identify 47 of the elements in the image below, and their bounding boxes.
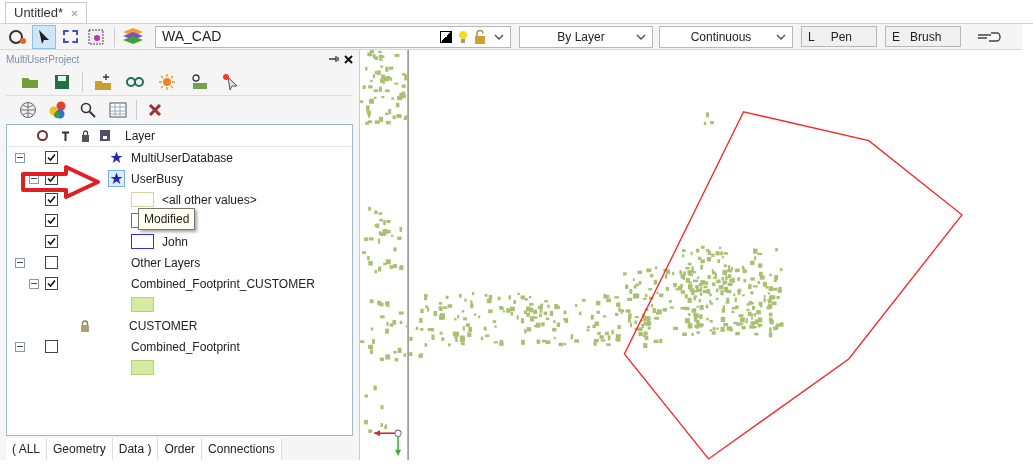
document-tab[interactable]: Untitled* bbox=[5, 2, 88, 23]
panel-tab[interactable]: Data ) bbox=[112, 438, 159, 460]
pin-icon[interactable] bbox=[328, 55, 340, 63]
collapse-toggle[interactable] bbox=[29, 173, 39, 184]
lock-icon[interactable] bbox=[474, 29, 486, 44]
color-dropdown[interactable]: By Layer bbox=[519, 25, 653, 48]
pen-button[interactable]: L Pen bbox=[801, 26, 877, 47]
column-header: Layer bbox=[125, 127, 156, 145]
layer-name[interactable]: Combined_Footprint_CUSTOMER bbox=[131, 274, 315, 293]
panel-tab[interactable]: Order bbox=[158, 438, 203, 460]
collapse-toggle[interactable] bbox=[15, 152, 25, 163]
layer-checkbox[interactable] bbox=[45, 235, 58, 248]
legend-label: John bbox=[162, 233, 189, 251]
layer-checkbox[interactable] bbox=[45, 256, 58, 269]
layer-name[interactable]: UserBusy bbox=[131, 169, 183, 188]
tooltip: Modified bbox=[138, 208, 196, 230]
chevron-down-icon bbox=[636, 32, 646, 41]
close-icon[interactable] bbox=[344, 54, 353, 64]
pointer-icon[interactable] bbox=[32, 24, 56, 49]
layer-name[interactable]: Combined_Footprint bbox=[131, 337, 240, 356]
chevron-down-icon[interactable] bbox=[494, 32, 504, 41]
layer-select[interactable]: WA_CAD bbox=[155, 25, 511, 48]
panel-tab[interactable]: Geometry bbox=[47, 438, 113, 460]
layer-checkbox[interactable] bbox=[45, 214, 58, 227]
text-column-icon bbox=[61, 130, 70, 141]
panel-tab[interactable]: ( ALL bbox=[6, 438, 48, 460]
brush-button[interactable]: E Brush bbox=[885, 26, 961, 47]
collapse-toggle[interactable] bbox=[29, 278, 39, 289]
layer-name[interactable]: CUSTOMER bbox=[129, 316, 198, 335]
layer-name[interactable]: Other Layers bbox=[131, 253, 201, 272]
layer-checkbox[interactable] bbox=[45, 277, 58, 290]
save-column-icon bbox=[100, 130, 110, 141]
collapse-toggle[interactable] bbox=[15, 341, 25, 352]
chevron-down-icon bbox=[776, 32, 786, 41]
layer-name[interactable]: MultiUserDatabase bbox=[131, 148, 234, 167]
layer-checkbox[interactable] bbox=[45, 151, 58, 164]
lightbulb-icon[interactable] bbox=[458, 29, 468, 44]
visibility-column-icon bbox=[37, 130, 48, 141]
layer-checkbox[interactable] bbox=[45, 340, 58, 353]
panel-tab[interactable]: Connections bbox=[202, 438, 282, 460]
layer-checkbox[interactable] bbox=[45, 193, 58, 206]
legend-label: <all other values> bbox=[162, 191, 257, 209]
lock-column-icon bbox=[81, 129, 90, 142]
linetype-dropdown[interactable]: Continuous bbox=[659, 25, 793, 48]
color-icon bbox=[440, 30, 452, 43]
panel-title: MultiUserProject bbox=[6, 52, 81, 67]
collapse-toggle[interactable] bbox=[15, 257, 25, 268]
